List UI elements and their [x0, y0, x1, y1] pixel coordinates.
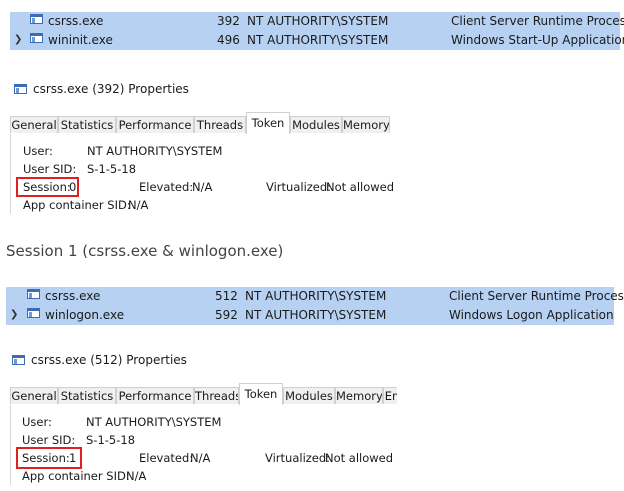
user-value: NT AUTHORITY\SYSTEM: [87, 144, 223, 158]
virtualized-value: Not allowed: [326, 180, 395, 194]
virtualized-value: Not allowed: [325, 451, 394, 465]
window-icon: [12, 355, 25, 365]
elevated-value: N/A: [192, 180, 213, 194]
tab-token[interactable]: Token: [239, 383, 283, 405]
token-panel: User: NT AUTHORITY\SYSTEM User SID: S-1-…: [11, 405, 397, 485]
tab-statistics[interactable]: Statistics: [58, 116, 116, 133]
tab-memory[interactable]: Memory: [335, 387, 383, 404]
process-description: Windows Start-Up Application: [451, 33, 624, 47]
window-icon: [30, 33, 43, 43]
window-icon: [27, 289, 40, 299]
process-pid: 592: [215, 308, 238, 322]
tab-modules[interactable]: Modules: [290, 116, 342, 133]
tab-strip: General Statistics Performance Threads T…: [10, 112, 390, 135]
process-name: csrss.exe: [48, 14, 104, 28]
user-label: User:: [22, 415, 52, 429]
process-list-session1: csrss.exe 512 NT AUTHORITY\SYSTEM Client…: [6, 287, 624, 325]
tab-threads[interactable]: Threads: [194, 116, 246, 133]
tab-performance[interactable]: Performance: [116, 387, 194, 404]
process-pid: 512: [215, 289, 238, 303]
chevron-down-icon[interactable]: ❯: [10, 309, 18, 320]
virtualized-label: Virtualized:: [266, 180, 332, 194]
process-user: NT AUTHORITY\SYSTEM: [245, 308, 387, 322]
tab-general[interactable]: General: [10, 116, 58, 133]
process-name: winlogon.exe: [45, 308, 125, 322]
tab-modules[interactable]: Modules: [283, 387, 335, 404]
tab-statistics[interactable]: Statistics: [58, 387, 116, 404]
app-container-sid-value: N/A: [128, 198, 149, 212]
chevron-down-icon[interactable]: ❯: [14, 34, 22, 45]
process-description: Client Server Runtime Process: [451, 14, 624, 28]
process-row-csrss-392[interactable]: csrss.exe 392 NT AUTHORITY\SYSTEM Client…: [10, 12, 624, 31]
process-user: NT AUTHORITY\SYSTEM: [247, 33, 389, 47]
process-row-wininit-496[interactable]: ❯ wininit.exe 496 NT AUTHORITY\SYSTEM Wi…: [10, 31, 624, 50]
user-sid-value: S-1-5-18: [87, 162, 137, 176]
process-name: wininit.exe: [48, 33, 113, 47]
process-list-session0: csrss.exe 392 NT AUTHORITY\SYSTEM Client…: [10, 12, 624, 50]
process-user: NT AUTHORITY\SYSTEM: [245, 289, 387, 303]
section-heading: Session 1 (csrss.exe & winlogon.exe): [6, 242, 284, 260]
process-row-csrss-512[interactable]: csrss.exe 512 NT AUTHORITY\SYSTEM Client…: [6, 287, 624, 306]
elevated-label: Elevated:: [139, 451, 194, 465]
tab-token[interactable]: Token: [246, 112, 290, 134]
token-panel: User: NT AUTHORITY\SYSTEM User SID: S-1-…: [11, 134, 395, 214]
session-highlight-box: [16, 177, 79, 197]
window-icon: [30, 14, 43, 24]
user-sid-label: User SID:: [23, 162, 77, 176]
process-row-winlogon-592[interactable]: ❯ winlogon.exe 592 NT AUTHORITY\SYSTEM W…: [6, 306, 614, 325]
window-icon: [14, 84, 27, 94]
process-description: Client Server Runtime Process: [449, 289, 624, 303]
virtualized-label: Virtualized:: [265, 451, 331, 465]
tab-general[interactable]: General: [10, 387, 58, 404]
user-sid-label: User SID:: [22, 433, 76, 447]
user-sid-value: S-1-5-18: [86, 433, 136, 447]
app-container-sid-label: App container SID:: [22, 469, 130, 483]
elevated-label: Elevated:: [139, 180, 194, 194]
tab-environment[interactable]: En: [383, 387, 397, 404]
window-icon: [27, 308, 40, 318]
session-highlight-box: [16, 447, 82, 469]
app-container-sid-label: App container SID:: [23, 198, 131, 212]
process-name: csrss.exe: [45, 289, 101, 303]
user-label: User:: [23, 144, 53, 158]
tab-strip: General Statistics Performance Threads T…: [10, 383, 397, 406]
elevated-value: N/A: [190, 451, 211, 465]
tab-memory[interactable]: Memory: [342, 116, 390, 133]
process-user: NT AUTHORITY\SYSTEM: [247, 14, 389, 28]
tab-threads[interactable]: Threads: [194, 387, 239, 404]
app-container-sid-value: N/A: [126, 469, 147, 483]
process-pid: 392: [217, 14, 240, 28]
process-description: Windows Logon Application: [449, 308, 614, 322]
process-pid: 496: [217, 33, 240, 47]
tab-performance[interactable]: Performance: [116, 116, 194, 133]
user-value: NT AUTHORITY\SYSTEM: [86, 415, 222, 429]
